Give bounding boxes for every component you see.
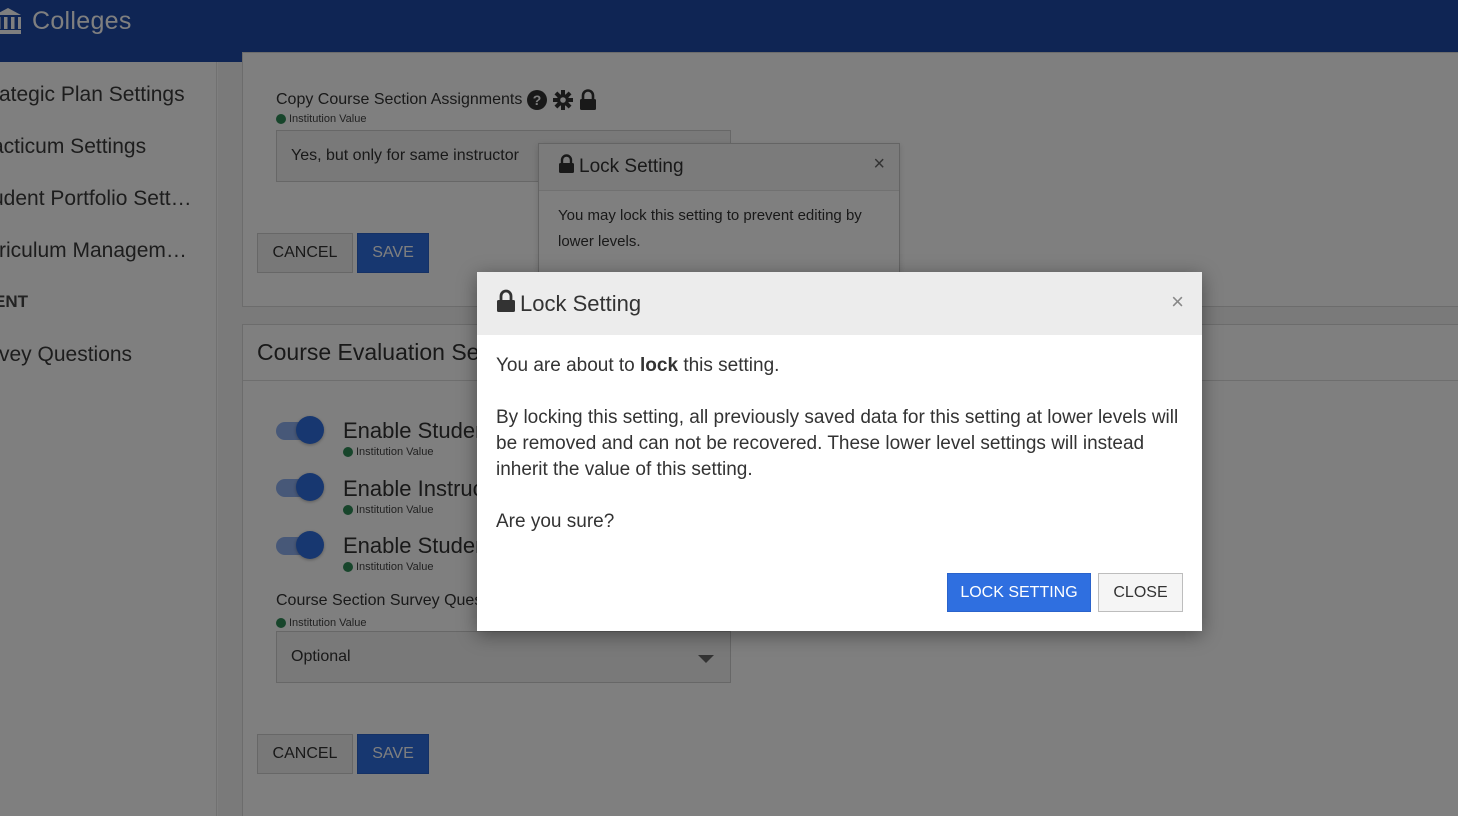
modal-intro: You are about to lock this setting.	[496, 355, 780, 376]
close-icon[interactable]: ×	[1171, 289, 1184, 315]
lock-setting-modal: Lock Setting × You are about to lock thi…	[477, 272, 1202, 631]
lock-icon	[496, 289, 516, 319]
close-button[interactable]: CLOSE	[1098, 573, 1183, 612]
lock-setting-button[interactable]: LOCK SETTING	[947, 573, 1091, 612]
modal-warning: By locking this setting, all previously …	[496, 407, 1179, 480]
modal-title: Lock Setting	[520, 290, 642, 316]
modal-header: Lock Setting ×	[477, 272, 1202, 335]
modal-body: You are about to lock this setting. By l…	[477, 335, 1202, 535]
modal-question: Are you sure?	[496, 511, 615, 532]
